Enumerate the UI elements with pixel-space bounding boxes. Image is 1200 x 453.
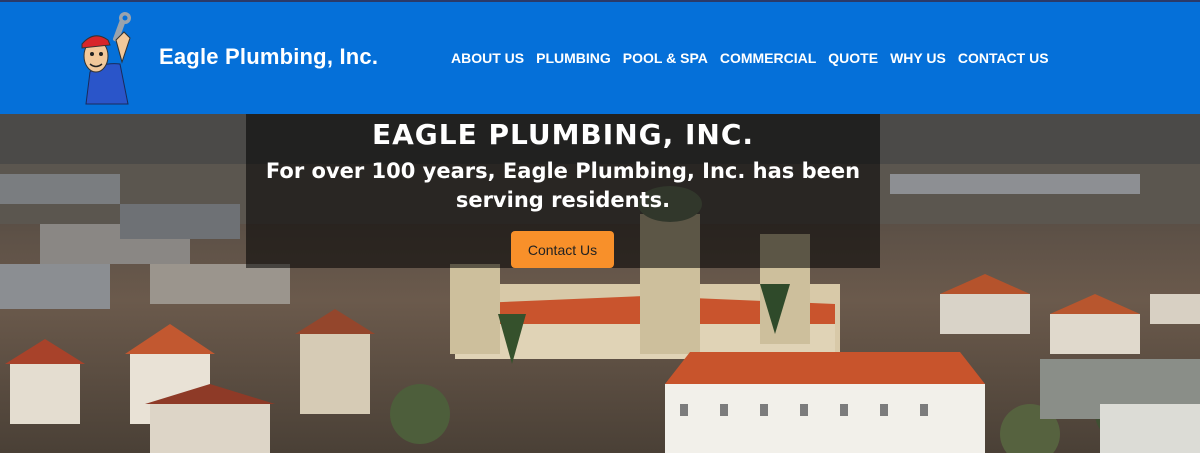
site-header: Eagle Plumbing, Inc. ABOUT US PLUMBING P…: [0, 0, 1200, 114]
hero-section: EAGLE PLUMBING, INC. For over 100 years,…: [0, 114, 1200, 453]
nav-contact-us[interactable]: CONTACT US: [958, 50, 1049, 66]
nav-quote[interactable]: QUOTE: [828, 50, 878, 66]
plumber-mascot-icon[interactable]: [72, 12, 144, 106]
nav-why-us[interactable]: WHY US: [890, 50, 946, 66]
nav-pool-spa[interactable]: POOL & SPA: [623, 50, 708, 66]
nav-plumbing[interactable]: PLUMBING: [536, 50, 611, 66]
hero-subtitle: For over 100 years, Eagle Plumbing, Inc.…: [265, 159, 861, 212]
brand-name[interactable]: Eagle Plumbing, Inc.: [159, 44, 378, 70]
nav-commercial[interactable]: COMMERCIAL: [720, 50, 816, 66]
main-nav: ABOUT US PLUMBING POOL & SPA COMMERCIAL …: [451, 50, 1049, 66]
hero-title: EAGLE PLUMBING, INC.: [371, 118, 755, 151]
nav-about-us[interactable]: ABOUT US: [451, 50, 524, 66]
contact-us-button[interactable]: Contact Us: [511, 231, 614, 268]
